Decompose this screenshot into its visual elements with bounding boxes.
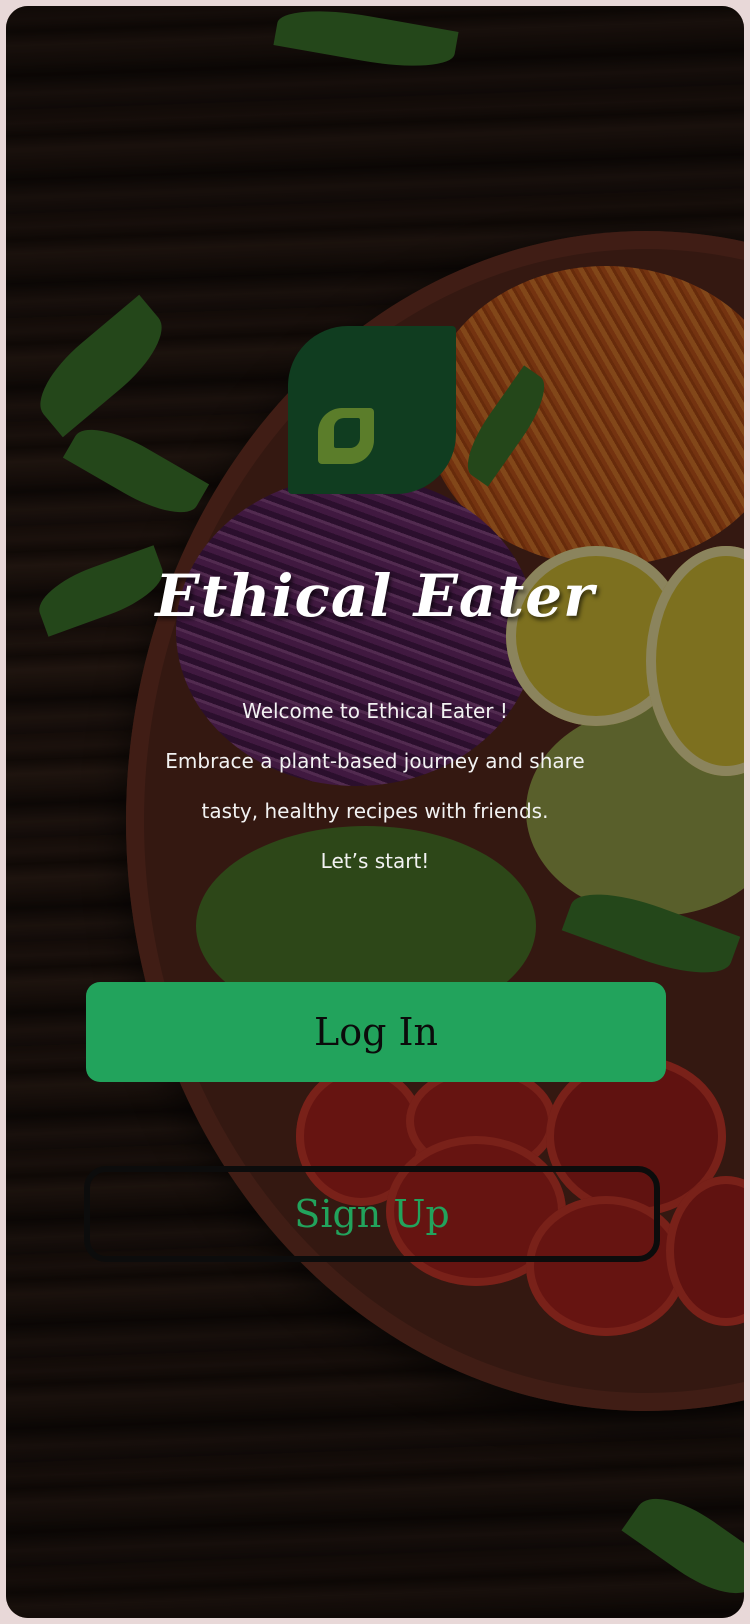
welcome-line: Welcome to Ethical Eater !: [242, 699, 508, 723]
screen: Ethical Eater Welcome to Ethical Eater !…: [6, 6, 744, 1618]
leaf-icon: [288, 326, 456, 494]
login-button[interactable]: Log In: [86, 982, 666, 1082]
logo-inner-leaf: [318, 408, 374, 464]
app-title: Ethical Eater: [155, 562, 595, 630]
signup-button[interactable]: Sign Up: [84, 1166, 660, 1262]
welcome-line: Let’s start!: [320, 849, 430, 873]
welcome-line: Embrace a plant-based journey and share: [165, 749, 585, 773]
welcome-line: tasty, healthy recipes with friends.: [201, 799, 549, 823]
welcome-text: Welcome to Ethical Eater ! Embrace a pla…: [6, 686, 744, 886]
